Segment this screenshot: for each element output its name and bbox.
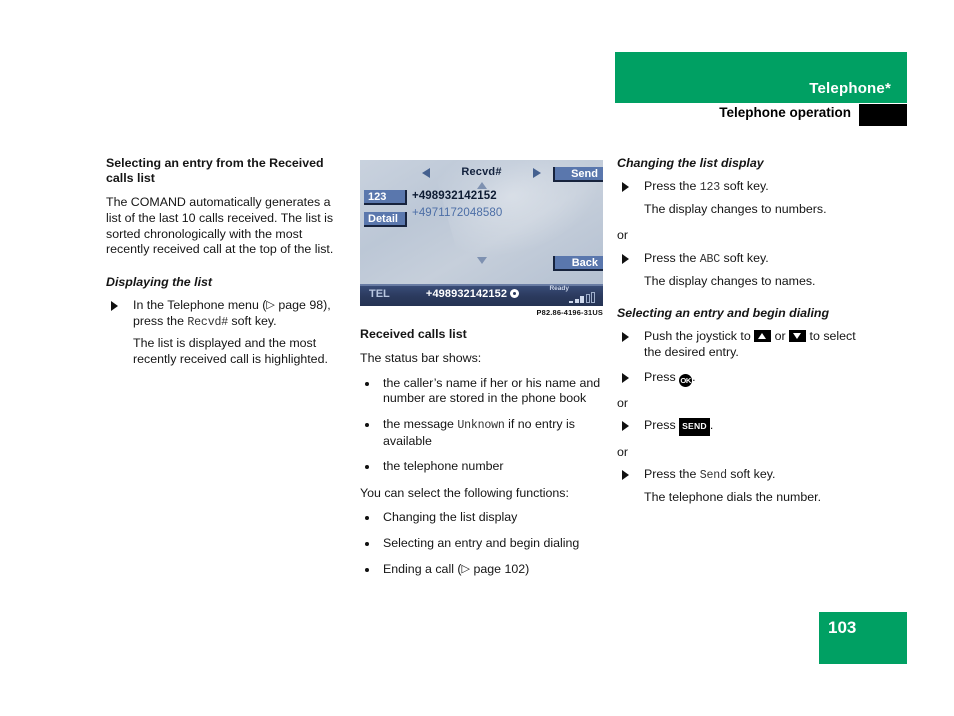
list-item: the telephone number bbox=[360, 459, 608, 475]
step-result-numbers: The display changes to numbers. bbox=[644, 201, 827, 216]
step-arrow-icon bbox=[111, 300, 118, 311]
page-number: 103 bbox=[828, 618, 857, 637]
subheading-changing-list-display: Changing the list display bbox=[617, 156, 764, 170]
joystick-up-icon bbox=[754, 330, 772, 343]
step-text-a: Push the joystick to bbox=[644, 329, 755, 344]
or-separator: or bbox=[617, 395, 629, 410]
list-status-bar-contents: the caller’s name if her or his name and… bbox=[360, 376, 608, 475]
list-item: the message Unknown if no entry is avail… bbox=[360, 417, 608, 449]
call-list-entry-selected[interactable]: +498932142152 bbox=[412, 190, 497, 202]
manual-page: Telephone* Telephone operation Selecting… bbox=[0, 0, 954, 716]
or-separator: or bbox=[617, 228, 629, 243]
softkey-name-123: 123 bbox=[699, 181, 721, 195]
step-open-telephone-menu: In the Telephone menu (▷ page 98), press… bbox=[106, 298, 348, 330]
page-title: Telephone* bbox=[809, 80, 891, 97]
list-item: Changing the list display bbox=[360, 510, 608, 526]
scroll-down-arrow-icon[interactable] bbox=[476, 257, 487, 264]
column-middle: Received calls list The status bar shows… bbox=[360, 327, 608, 588]
step-arrow-icon bbox=[622, 332, 629, 343]
step-arrow-icon bbox=[622, 470, 629, 481]
subheading-selecting-entry-dialing: Selecting an entry and begin dialing bbox=[617, 306, 830, 321]
column-right: Changing the list display Press the 123 … bbox=[617, 156, 867, 517]
step-press-ok: Press OK. bbox=[617, 370, 867, 387]
joystick-down-icon bbox=[789, 330, 807, 343]
list-item: the caller’s name if her or his name and… bbox=[360, 376, 608, 407]
signal-strength-icon bbox=[569, 292, 595, 303]
step-text-a: Press the bbox=[644, 179, 700, 194]
comand-status-bar: TEL +498932142152 Ready bbox=[360, 284, 603, 306]
step-text-b: . bbox=[709, 418, 714, 433]
subheading-displaying-the-list: Displaying the list bbox=[106, 274, 213, 289]
step-text-b: . bbox=[692, 369, 696, 384]
step-text-b: soft key. bbox=[720, 179, 769, 194]
softkey-name-abc: ABC bbox=[699, 252, 721, 266]
paragraph-select-functions: You can select the following functions: bbox=[360, 485, 569, 500]
status-number-text: +498932142152 bbox=[425, 288, 508, 300]
softkey-detail[interactable]: Detail bbox=[364, 212, 407, 227]
heading-received-calls-list: Received calls list bbox=[360, 327, 467, 341]
step-page-ref: page 98), bbox=[278, 297, 331, 312]
bullet-end-call-page: page 102) bbox=[473, 561, 530, 576]
step-arrow-icon bbox=[622, 421, 629, 432]
step-text-b: soft key. bbox=[726, 467, 776, 482]
figure-caption: P82.86-4196-31US bbox=[536, 308, 603, 317]
step-text-or: or bbox=[771, 329, 790, 344]
list-item: Selecting an entry and begin dialing bbox=[360, 536, 608, 552]
step-text-a: Press the bbox=[644, 250, 700, 265]
comand-display-figure: Recvd# 123 Detail Send Back +49893214215… bbox=[360, 160, 603, 317]
paragraph-intro: The COMAND automatically generates a lis… bbox=[106, 195, 334, 257]
column-left: Selecting an entry from the Received cal… bbox=[106, 156, 348, 378]
scroll-up-arrow-icon[interactable] bbox=[476, 182, 487, 189]
step-text-b: press the bbox=[133, 313, 188, 328]
header-subtitle-row: Telephone operation bbox=[615, 104, 907, 126]
step-text-a: Press bbox=[644, 418, 680, 433]
call-list-entry-second[interactable]: +4971172048580 bbox=[412, 207, 502, 219]
active-call-dot-icon bbox=[510, 289, 520, 298]
page-number-box: 103 bbox=[819, 612, 907, 664]
step-push-joystick: Push the joystick to or to select the de… bbox=[617, 329, 867, 360]
step-result-list-displayed: The list is displayed and the most recen… bbox=[133, 336, 328, 366]
send-button-icon: SEND bbox=[679, 418, 710, 436]
step-text-a: In the Telephone menu ( bbox=[133, 297, 267, 312]
softkey-name-send: Send bbox=[699, 469, 727, 483]
nav-right-arrow-icon[interactable] bbox=[533, 168, 541, 178]
step-text-c: soft key. bbox=[227, 313, 277, 328]
or-separator: or bbox=[617, 444, 629, 459]
header-green-bar: Telephone* bbox=[615, 52, 907, 103]
softkey-123[interactable]: 123 bbox=[364, 190, 407, 205]
bullet-unknown-a: the message bbox=[383, 416, 458, 431]
comand-screen: Recvd# 123 Detail Send Back +49893214215… bbox=[360, 160, 603, 284]
step-text-b: soft key. bbox=[720, 250, 769, 265]
step-press-123-softkey: Press the 123 soft key. bbox=[617, 179, 867, 196]
softkey-name-recvd: Recvd# bbox=[187, 315, 228, 329]
step-arrow-icon bbox=[622, 253, 629, 264]
page-ref-triangle-icon: ▷ bbox=[266, 298, 275, 311]
step-press-abc-softkey: Press the ABC soft key. bbox=[617, 251, 867, 268]
step-press-send-key: Press SEND. bbox=[617, 418, 867, 436]
step-result-names: The display changes to names. bbox=[644, 273, 816, 288]
paragraph-status-bar-shows: The status bar shows: bbox=[360, 351, 482, 366]
step-result-dials-number: The telephone dials the number. bbox=[644, 489, 822, 504]
status-ready-label: Ready bbox=[549, 285, 569, 292]
step-text-a: Press the bbox=[644, 467, 700, 482]
softkey-back[interactable]: Back bbox=[553, 256, 603, 271]
display-text-unknown: Unknown bbox=[457, 418, 505, 432]
step-arrow-icon bbox=[622, 182, 629, 193]
step-press-send-softkey: Press the Send soft key. bbox=[617, 467, 867, 484]
header-black-tab bbox=[859, 104, 907, 126]
section-heading-received-calls: Selecting an entry from the Received cal… bbox=[106, 156, 324, 186]
ok-button-icon: OK bbox=[679, 373, 693, 387]
header-subtitle: Telephone operation bbox=[719, 105, 851, 120]
bullet-end-call-a: Ending a call ( bbox=[383, 561, 462, 576]
page-ref-triangle-icon: ▷ bbox=[461, 562, 470, 575]
list-available-functions: Changing the list display Selecting an e… bbox=[360, 510, 608, 577]
step-text-a: Press bbox=[644, 369, 680, 384]
step-arrow-icon bbox=[622, 372, 629, 383]
list-item: Ending a call (▷ page 102) bbox=[360, 562, 608, 578]
softkey-send[interactable]: Send bbox=[553, 167, 603, 182]
